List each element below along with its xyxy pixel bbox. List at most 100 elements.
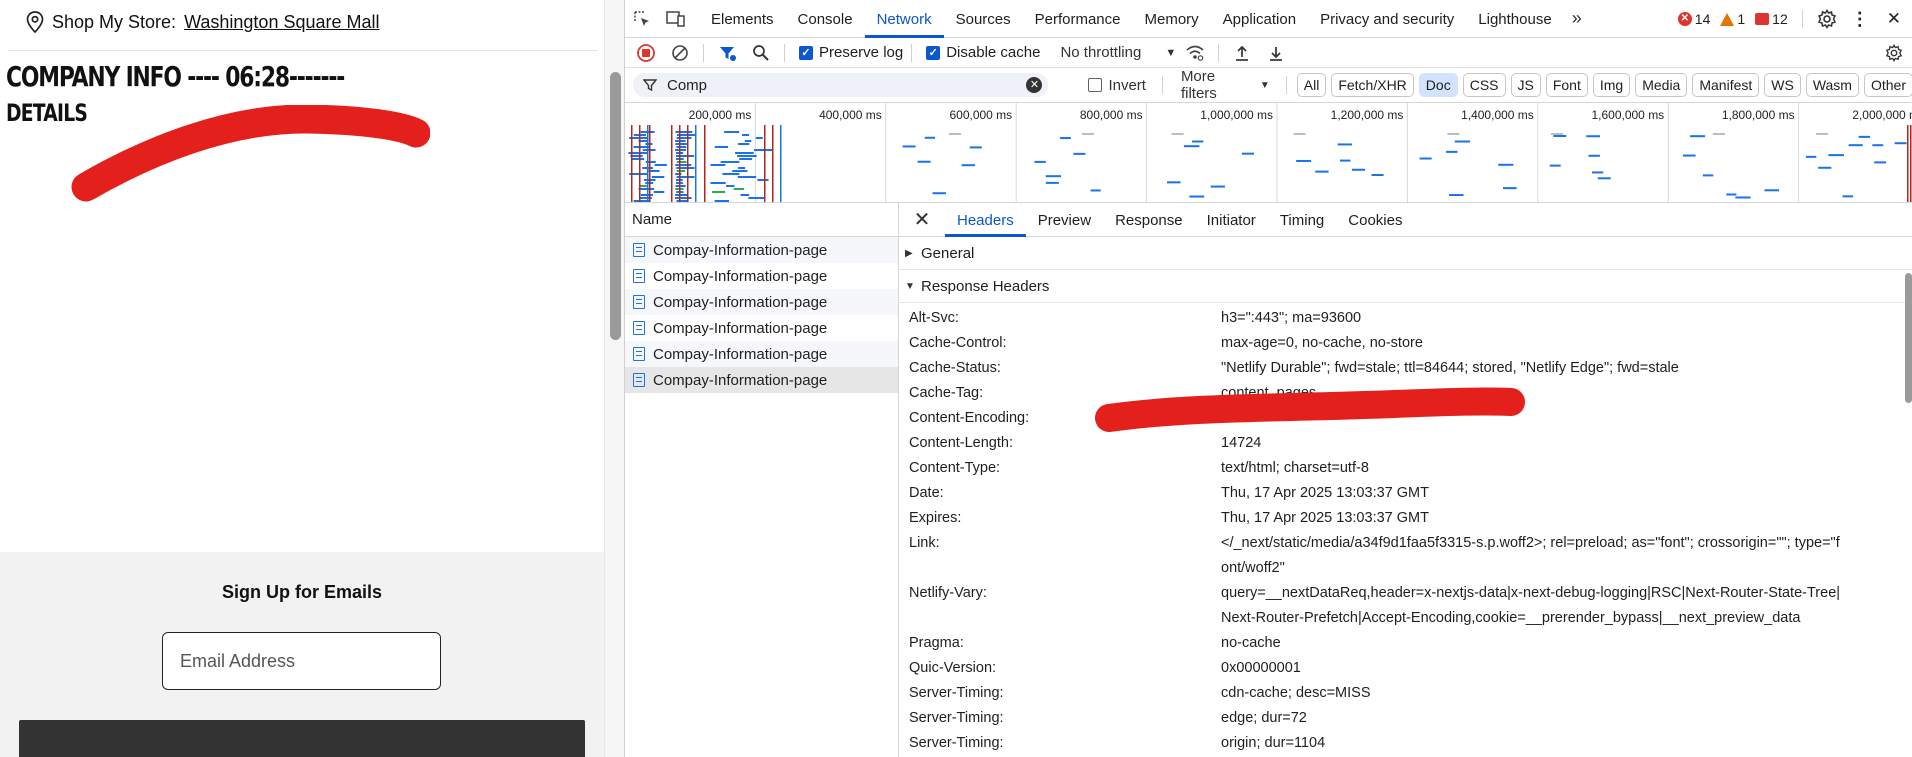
waterfall-bar [1296,159,1312,162]
scrollbar-thumb[interactable] [610,72,621,340]
tab-privacy-and-security[interactable]: Privacy and security [1308,0,1466,38]
export-har-icon[interactable] [1261,39,1291,67]
waterfall-bar [676,137,692,139]
error-count[interactable]: ✕ 14 [1677,11,1710,27]
filter-box[interactable]: ✕ [633,73,1049,97]
tab-memory[interactable]: Memory [1133,0,1211,38]
devtools-tabs: Elements Console Network Sources Performance… [699,0,1564,38]
type-filter-other[interactable]: Other [1863,73,1912,97]
more-filters-dropdown[interactable]: More filters ▼ [1181,68,1270,102]
waterfall-bar [1192,140,1204,143]
waterfall-bar [675,149,687,151]
more-tabs-icon[interactable]: » [1564,8,1590,29]
waterfall-bar [924,136,936,139]
request-row[interactable]: Compay-Information-page [625,289,898,315]
name-column-header[interactable]: Name [625,203,898,237]
header-row: Content-Length: 14724 [899,431,1912,456]
detail-tab-headers[interactable]: Headers [945,203,1026,237]
timeline-tick-label: 1,200,000 ms [1331,108,1404,122]
type-filter-all[interactable]: All [1296,73,1327,97]
waterfall-bar [724,131,740,133]
close-details-icon[interactable]: ✕ [909,207,935,232]
device-toolbar-icon[interactable] [659,0,693,38]
type-filter-wasm[interactable]: Wasm [1805,73,1859,97]
email-address-input[interactable] [162,632,441,690]
waterfall-bar [744,140,752,142]
signup-submit-button[interactable] [19,720,585,757]
disable-cache-checkbox[interactable]: ✓ Disable cache [926,44,1040,61]
type-filter-font[interactable]: Font [1545,73,1588,97]
type-filter-img[interactable]: Img [1592,73,1631,97]
detail-tab-preview[interactable]: Preview [1026,203,1103,237]
tab-network[interactable]: Network [864,0,944,38]
invert-checkbox[interactable]: Invert [1088,77,1146,94]
detail-tab-response[interactable]: Response [1103,203,1195,237]
waterfall-bar [676,161,687,163]
network-filter-bar: ✕ Invert More filters ▼ AllFetch/XHRDocC… [625,68,1912,103]
type-filter-manifest[interactable]: Manifest [1692,73,1760,97]
warning-icon [1720,12,1735,26]
network-overview-timeline[interactable]: 200,000 ms 400,000 ms 600,000 ms 800,000 ms… [625,103,1912,203]
tab-sources[interactable]: Sources [944,0,1023,38]
settings-gear-icon[interactable] [1817,9,1837,29]
type-filter-css[interactable]: CSS [1462,73,1506,97]
tab-console[interactable]: Console [786,0,865,38]
detail-tab-cookies[interactable]: Cookies [1336,203,1414,237]
type-filter-ws[interactable]: WS [1764,73,1801,97]
filter-input[interactable] [667,76,1017,94]
tab-lighthouse[interactable]: Lighthouse [1466,0,1563,38]
header-name: Date: [909,485,944,501]
store-selector[interactable]: Shop My Store: Washington Square Mall [26,8,380,36]
waterfall-bar [1371,173,1384,176]
detail-tab-timing[interactable]: Timing [1268,203,1336,237]
issue-count[interactable]: 12 [1755,11,1788,27]
warning-count[interactable]: 1 [1720,11,1745,27]
network-settings-icon[interactable] [1879,39,1909,67]
section-response-headers[interactable]: ▼ Response Headers [899,270,1912,303]
request-row[interactable]: Compay-Information-page [625,237,898,263]
detail-tab-initiator[interactable]: Initiator [1195,203,1268,237]
header-value: content_pages [1221,385,1317,401]
waterfall-bar [1591,171,1604,174]
scrollbar-thumb[interactable] [1905,273,1912,403]
waterfall-bar [1045,181,1059,184]
store-name-link[interactable]: Washington Square Mall [184,12,379,33]
type-filter-fetch-xhr[interactable]: Fetch/XHR [1331,73,1414,97]
header-row: Link: </_next/static/media/a34f9d1faa5f33… [899,531,1912,581]
waterfall-bar [714,146,729,148]
page-scrollbar[interactable] [604,0,624,757]
waterfall-bar [1454,140,1471,143]
timeline-marker [1910,125,1912,202]
request-row[interactable]: Compay-Information-page [625,315,898,341]
throttling-select[interactable]: No throttling ▼ [1060,44,1176,61]
header-row: Expires: Thu, 17 Apr 2025 13:03:37 GMT [899,506,1912,531]
close-devtools-icon[interactable]: ✕ [1883,9,1905,29]
tab-application[interactable]: Application [1211,0,1308,38]
request-row[interactable]: Compay-Information-page [625,263,898,289]
type-filter-media[interactable]: Media [1635,73,1688,97]
waterfall-bar [1690,135,1706,138]
network-conditions-icon[interactable] [1180,39,1210,67]
tab-performance[interactable]: Performance [1023,0,1133,38]
tab-elements[interactable]: Elements [699,0,786,38]
type-filter-doc[interactable]: Doc [1418,73,1458,97]
import-har-icon[interactable] [1227,39,1257,67]
request-row[interactable]: Compay-Information-page [625,367,898,393]
waterfall-bar [1550,133,1563,135]
kebab-menu-icon[interactable]: ⋮ [1847,9,1873,30]
divider [1801,10,1803,28]
request-row[interactable]: Compay-Information-page [625,341,898,367]
waterfall-bar [1805,155,1817,158]
clear-log-icon[interactable] [665,39,695,67]
section-general[interactable]: ▶ General [899,237,1912,270]
search-icon[interactable] [746,39,776,67]
details-scrollbar[interactable] [1903,237,1912,757]
inspect-element-icon[interactable] [625,0,659,38]
filter-funnel-icon[interactable] [712,39,742,67]
waterfall-bar [949,133,962,135]
clear-filter-icon[interactable]: ✕ [1026,77,1043,93]
type-filter-js[interactable]: JS [1510,73,1541,97]
waterfall-bar [710,182,726,184]
preserve-log-checkbox[interactable]: ✓ Preserve log [799,44,903,61]
stop-recording-icon[interactable] [631,39,661,67]
